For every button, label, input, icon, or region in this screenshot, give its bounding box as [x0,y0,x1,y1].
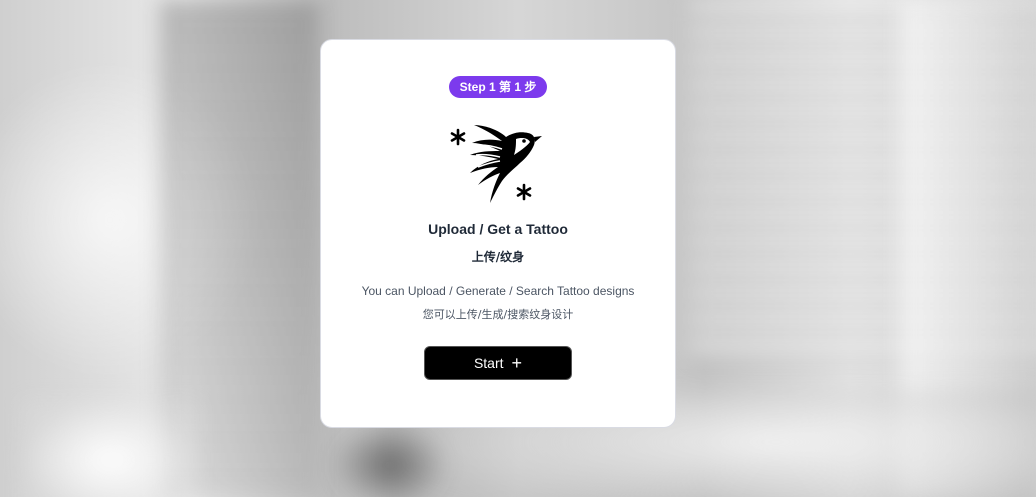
page-background: Step 1 第 1 步 Upload / Get a Tattoo 上传/纹身… [0,0,1036,497]
start-button[interactable]: Start + [424,346,572,380]
step-badge: Step 1 第 1 步 [448,76,548,98]
card-description: You can Upload / Generate / Search Tatto… [361,284,635,298]
plus-icon: + [511,353,523,373]
background-glove [330,420,450,497]
step-card: Step 1 第 1 步 Upload / Get a Tattoo 上传/纹身… [320,39,676,428]
background-cups [20,400,200,497]
start-button-label: Start [473,355,504,371]
swallow-tattoo-icon [450,121,546,211]
card-description-chinese: 您可以上传/生成/搜索纹身设计 [422,308,574,321]
card-title-chinese: 上传/纹身 [471,250,525,264]
card-title: Upload / Get a Tattoo [428,221,568,237]
